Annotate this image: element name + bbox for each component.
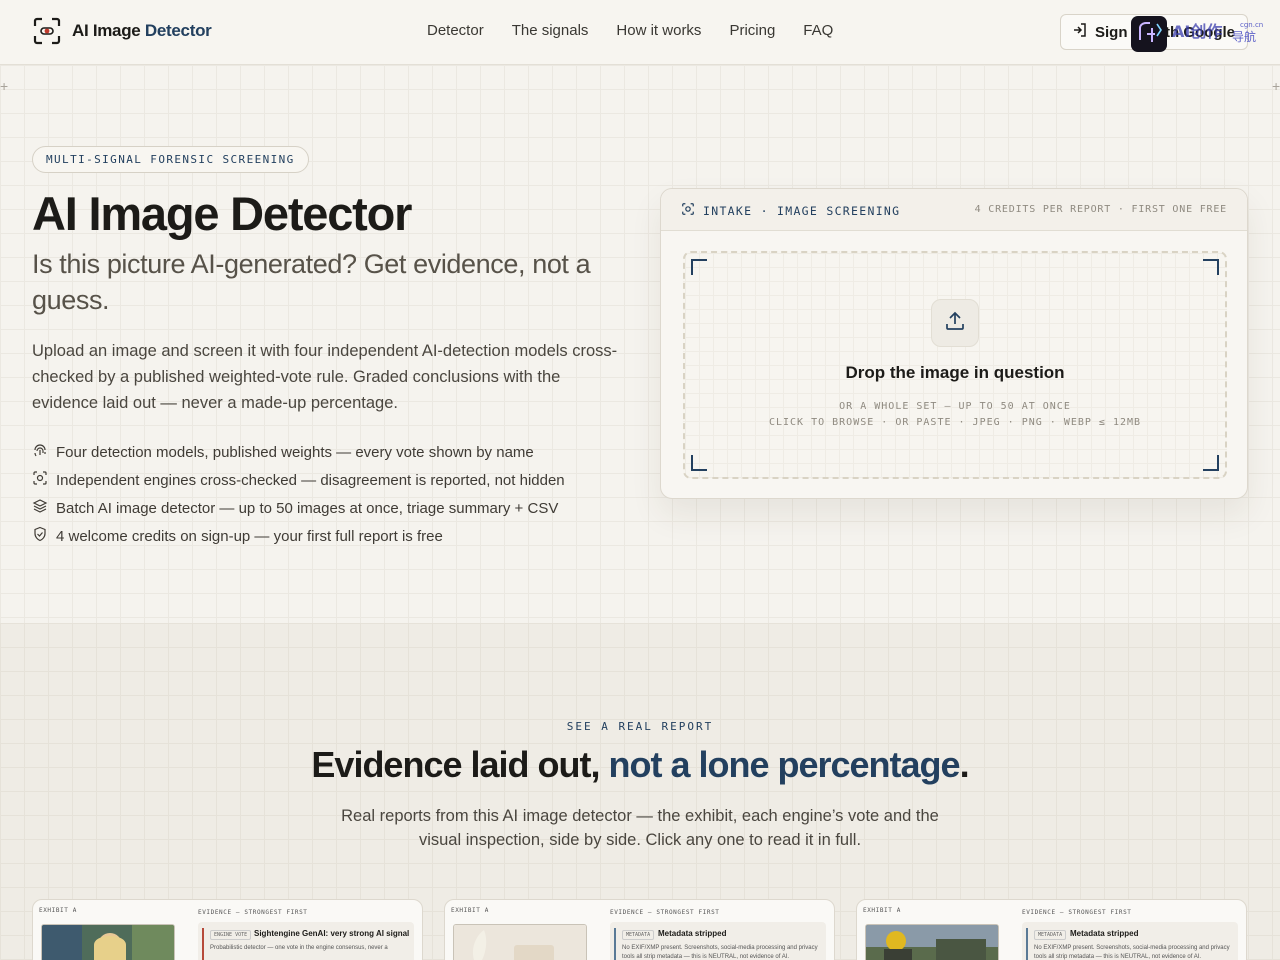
main-nav: Detector The signals How it works Pricin… [427,22,833,39]
exhibit-label: EXHIBIT A [863,907,901,914]
nav-detector[interactable]: Detector [427,22,484,39]
evidence-severity-bar [202,928,204,960]
corner-plus-mark: + [1272,78,1280,94]
exhibit-label: EXHIBIT A [39,907,77,914]
overlay-watermark-logo: AI创作 cgn.cn 导航 [1130,14,1270,54]
nav-pricing[interactable]: Pricing [729,22,775,39]
scan-icon [32,470,48,490]
intake-title: INTAKE · IMAGE SCREENING [681,202,900,219]
exhibit-image [865,924,999,960]
feature-item: Four detection models, published weights… [32,438,565,466]
scan-target-logo-icon [32,16,62,46]
frame-corner [691,259,707,275]
drop-zone-hint: OR A WHOLE SET — UP TO 50 AT ONCE [839,401,1071,412]
section-subtitle: Real reports from this AI image detector… [341,807,939,849]
feature-item: Batch AI image detector — up to 50 image… [32,494,565,522]
evidence-severity-bar [1026,928,1028,960]
feature-list: Four detection models, published weights… [32,438,565,550]
evidence-item: METADATA Metadata stripped No EXIF/XMP p… [610,922,826,960]
brand[interactable]: AI Image Detector [32,16,212,46]
report-card[interactable]: EXHIBIT A EVIDENCE — STRONGEST FIRST MET… [856,899,1247,960]
page-title: AI Image Detector [32,187,412,240]
exhibit-label: EXHIBIT A [451,907,489,914]
layers-icon [32,498,48,518]
evidence-title: Sightengine GenAI: very strong AI signal [254,929,410,938]
exhibit-image [453,924,587,960]
feature-text: 4 welcome credits on sign-up — your firs… [56,527,443,545]
evidence-label: EVIDENCE — STRONGEST FIRST [1022,909,1132,916]
credits-note: 4 CREDITS PER REPORT · FIRST ONE FREE [974,204,1227,215]
evidence-label: EVIDENCE — STRONGEST FIRST [610,909,720,916]
shield-check-icon [32,526,48,546]
evidence-title: Metadata stripped [1070,929,1139,938]
frame-corner [1203,455,1219,471]
hero-pill-badge: MULTI-SIGNAL FORENSIC SCREENING [32,146,309,173]
section-kicker: SEE A REAL REPORT [566,720,714,733]
hero-description: Upload an image and screen it with four … [32,342,618,412]
image-drop-zone[interactable]: Drop the image in question OR A WHOLE SE… [683,251,1227,479]
sign-in-icon [1073,23,1087,41]
evidence-tag: METADATA [622,930,655,940]
evidence-text: No EXIF/XMP present. Screenshots, social… [622,945,818,960]
drop-zone-title: Drop the image in question [845,363,1065,382]
intake-card-header: INTAKE · IMAGE SCREENING 4 CREDITS PER R… [661,189,1247,231]
evidence-label: EVIDENCE — STRONGEST FIRST [198,909,308,916]
feature-text: Independent engines cross-checked — disa… [56,471,565,489]
evidence-tag: METADATA [1034,930,1067,940]
svg-text:AI创作: AI创作 [1172,22,1222,41]
upload-button[interactable] [931,299,979,347]
feature-text: Batch AI image detector — up to 50 image… [56,499,559,517]
evidence-title: Metadata stripped [658,929,727,938]
intake-card: INTAKE · IMAGE SCREENING 4 CREDITS PER R… [660,188,1248,499]
frame-corner [691,455,707,471]
feature-text: Four detection models, published weights… [56,443,534,461]
svg-text:导航: 导航 [1232,29,1256,44]
svg-text:cgn.cn: cgn.cn [1240,21,1263,29]
page-subtitle: Is this picture AI-generated? Get eviden… [32,249,591,315]
frame-corner [1203,259,1219,275]
report-card[interactable]: EXHIBIT A EVIDENCE — STRONGEST FIRST MET… [444,899,835,960]
nav-how-it-works[interactable]: How it works [616,22,701,39]
evidence-text: Probabilistic detector — one vote in the… [210,945,388,951]
fingerprint-icon [32,442,48,462]
report-card[interactable]: EXHIBIT A EVIDENCE — STRONGEST FIRST ENG… [32,899,423,960]
nav-the-signals[interactable]: The signals [512,22,589,39]
nav-faq[interactable]: FAQ [803,22,833,39]
top-bar: AI Image Detector Detector The signals H… [0,0,1280,65]
brand-name: AI Image Detector [72,21,212,40]
evidence-text: No EXIF/XMP present. Screenshots, social… [1034,945,1230,960]
evidence-severity-bar [614,928,616,960]
exhibit-image [41,924,175,960]
upload-icon [944,310,966,337]
evidence-item: METADATA Metadata stripped No EXIF/XMP p… [1022,922,1238,960]
scan-icon [681,202,695,219]
corner-plus-mark: + [0,78,9,94]
evidence-tag: ENGINE VOTE [210,930,252,940]
evidence-item: ENGINE VOTE Sightengine GenAI: very stro… [198,922,414,960]
drop-zone-formats: CLICK TO BROWSE · OR PASTE · JPEG · PNG … [768,417,1142,428]
feature-item: Independent engines cross-checked — disa… [32,466,565,494]
feature-item: 4 welcome credits on sign-up — your firs… [32,522,565,550]
section-title: Evidence laid out, not a lone percentage… [311,744,969,785]
